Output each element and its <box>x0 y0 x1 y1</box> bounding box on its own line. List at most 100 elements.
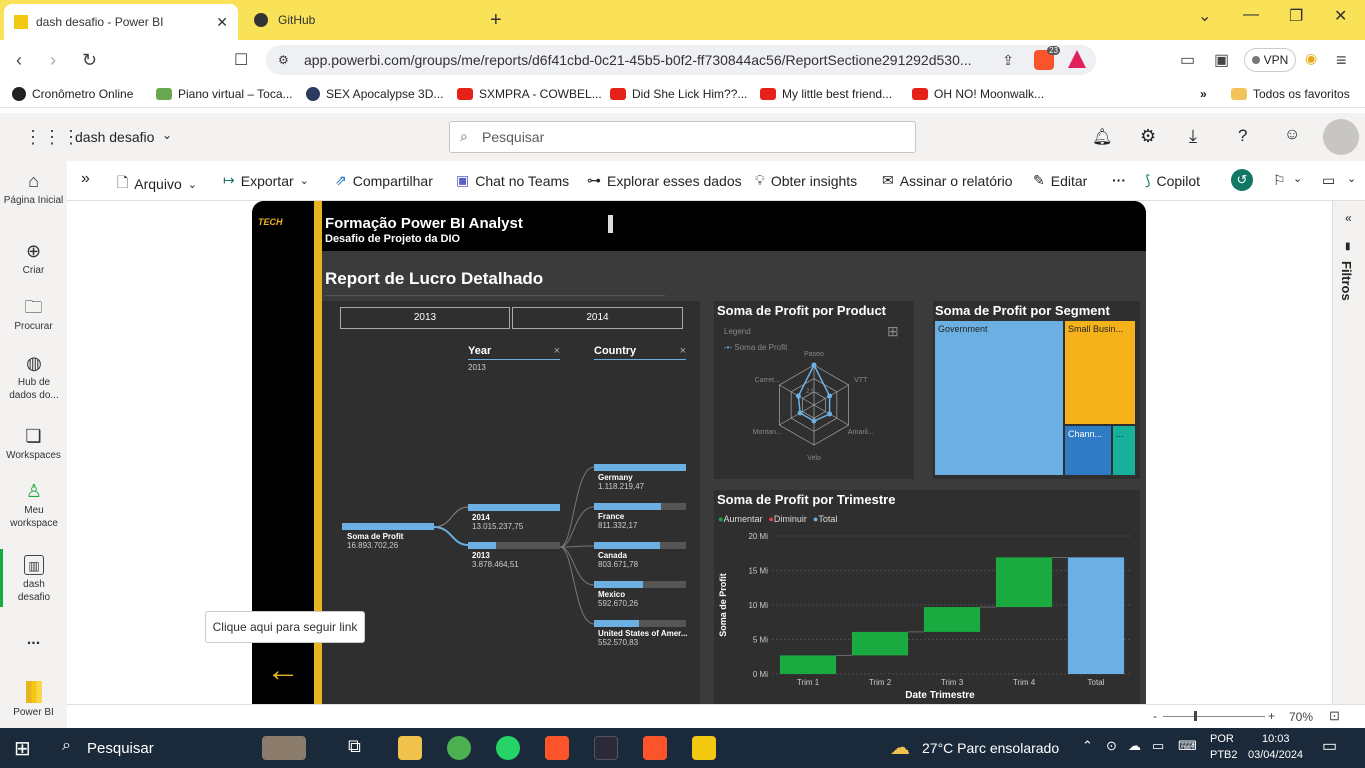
site-settings-icon[interactable]: ⚙ <box>278 53 289 67</box>
expand-pages-icon[interactable]: » <box>81 170 90 188</box>
task-view-icon[interactable]: ⧉ <box>348 736 361 757</box>
notification-center-icon[interactable]: ▭ <box>1322 736 1337 756</box>
decomp-country-bar-track[interactable] <box>594 542 686 549</box>
chevron-left-icon[interactable]: « <box>1345 211 1352 225</box>
keyboard-icon[interactable]: ⌨ <box>1178 738 1197 754</box>
compartilhar-button[interactable]: ⇗ Compartilhar <box>335 172 433 189</box>
share-icon[interactable]: ⇪ <box>1002 52 1014 69</box>
fit-page-icon[interactable]: ⊡ <box>1329 708 1340 724</box>
rail-item-my-workspace[interactable]: ♙ Meu workspace <box>6 481 62 530</box>
taskbar-search[interactable]: Pesquisar <box>87 740 154 757</box>
sidebar-icon[interactable]: ▭ <box>1180 50 1195 70</box>
treemap-cell-other[interactable]: ... <box>1113 426 1135 475</box>
bookmark-item[interactable]: My little best friend... <box>760 87 892 101</box>
bookmark-item[interactable]: SEX Apocalypse 3D... <box>306 87 443 101</box>
assinar-button[interactable]: ✉ Assinar o relatório <box>882 172 1013 189</box>
minimize-icon[interactable]: — <box>1243 6 1259 24</box>
tray-chevron-icon[interactable]: ⌃ <box>1082 738 1093 754</box>
insights-button[interactable]: 💡︎ Obter insights <box>755 172 857 189</box>
bookmarks-overflow-icon[interactable]: » <box>1200 87 1207 101</box>
rail-item-browse[interactable]: 🗀︎ Procurar <box>0 297 67 333</box>
tab-powerbi[interactable]: dash desafio - Power BI ✕ <box>4 4 238 40</box>
decomp-root-bar[interactable] <box>342 523 434 530</box>
download-icon[interactable]: ⤓ <box>1189 126 1197 147</box>
copilot-button[interactable]: ⟆ Copilot <box>1145 172 1200 189</box>
decomp-country-bar-track[interactable] <box>594 503 686 510</box>
notifications-icon[interactable]: 🔔︎ <box>1092 127 1112 147</box>
radar-point[interactable] <box>795 393 801 399</box>
lang-layout[interactable]: PTB2 <box>1210 749 1238 761</box>
decomp-year-bar-track[interactable] <box>468 504 560 511</box>
file-explorer-icon[interactable] <box>398 736 422 760</box>
back-arrow-icon[interactable]: ← <box>266 651 300 690</box>
display-icon[interactable]: ▭ <box>1152 738 1164 754</box>
rail-item-workspaces[interactable]: ❏ Workspaces <box>0 426 67 462</box>
workspace-title[interactable]: dash desafio <box>75 129 154 145</box>
all-favorites[interactable]: Todos os favoritos <box>1231 87 1350 101</box>
brave-rewards-icon[interactable] <box>1068 50 1086 68</box>
zoom-slider-thumb[interactable] <box>1194 711 1197 721</box>
new-tab-icon[interactable]: + <box>490 9 502 32</box>
reset-icon[interactable]: ↺ <box>1231 169 1253 191</box>
radar-point[interactable] <box>827 411 833 417</box>
bookmark-item[interactable]: OH NO! Moonwalk... <box>912 87 1044 101</box>
weather-text[interactable]: 27°C Parc ensolarado <box>922 740 1059 756</box>
rail-item-data-hub[interactable]: ◍ Hub de dados do... <box>4 353 64 402</box>
brave-icon[interactable] <box>545 736 569 760</box>
rail-item-home[interactable]: ⌂ Página Inicial <box>0 171 67 207</box>
bookmark-item[interactable]: Cronômetro Online <box>12 87 133 101</box>
windows-start-icon[interactable]: ⊞ <box>14 736 31 761</box>
waterfall-bar[interactable] <box>1067 557 1125 674</box>
forward-icon[interactable]: › <box>50 50 56 71</box>
whatsapp-icon[interactable] <box>496 736 520 760</box>
close-tab-icon[interactable]: ✕ <box>216 14 228 31</box>
treemap-cell-small-business[interactable]: Small Busin... <box>1065 321 1135 424</box>
clock-time[interactable]: 10:03 <box>1262 733 1290 745</box>
zoom-out-icon[interactable]: - <box>1153 709 1157 723</box>
waterfall-bar[interactable] <box>995 557 1053 608</box>
chevron-down-icon[interactable]: ⌄ <box>162 128 172 142</box>
treemap-cell-channel[interactable]: Chann... <box>1065 426 1111 475</box>
search-highlight-icon[interactable] <box>262 736 306 760</box>
maximize-icon[interactable]: ❐ <box>1289 6 1303 26</box>
utorrent-icon[interactable] <box>447 736 471 760</box>
search-input[interactable]: ⌕ Pesquisar <box>449 121 916 153</box>
back-icon[interactable]: ‹ <box>16 50 22 71</box>
feedback-icon[interactable]: ☺ <box>1284 126 1300 144</box>
bookmark-icon[interactable]: ⚐ <box>1273 172 1286 189</box>
tray-icon[interactable]: ⊙ <box>1106 738 1117 754</box>
decomp-year-bar-track[interactable] <box>468 542 560 549</box>
vpn-button[interactable]: VPN <box>1244 48 1296 72</box>
arquivo-menu[interactable]: 🗋︎ Arquivo ⌄ <box>117 172 197 196</box>
avatar[interactable] <box>1323 119 1359 155</box>
rail-item-create[interactable]: ⊕ Criar <box>0 241 67 277</box>
treemap-cell-government[interactable]: Government <box>935 321 1063 475</box>
brave-active-icon[interactable] <box>643 736 667 760</box>
help-icon[interactable]: ? <box>1238 126 1247 146</box>
tab-github[interactable]: GitHub <box>244 4 474 36</box>
app-launcher-icon[interactable]: ⋮⋮⋮ <box>24 127 81 148</box>
waterfall-bar[interactable] <box>851 631 909 656</box>
editar-button[interactable]: ✎ Editar <box>1033 172 1087 189</box>
chat-teams-button[interactable]: ▣ Chat no Teams <box>456 172 569 189</box>
reload-icon[interactable]: ↻ <box>82 50 97 71</box>
menu-icon[interactable]: ≡ <box>1336 50 1347 71</box>
lang-code[interactable]: POR <box>1210 733 1234 745</box>
decomp-country-bar-track[interactable] <box>594 464 686 471</box>
waterfall-bar[interactable] <box>923 607 981 632</box>
close-window-icon[interactable]: ✕ <box>1334 6 1347 26</box>
chevron-down-icon[interactable]: ⌄ <box>1347 172 1356 185</box>
bookmark-item[interactable]: Piano virtual – Toca... <box>156 87 293 101</box>
wallet-icon[interactable]: ▣ <box>1214 50 1229 70</box>
tab-search-icon[interactable]: ⌄ <box>1198 6 1211 26</box>
decomp-country-bar-track[interactable] <box>594 620 686 627</box>
powerbi-taskbar-icon[interactable] <box>692 736 716 760</box>
zoom-in-icon[interactable]: + <box>1268 709 1275 723</box>
exportar-menu[interactable]: ↦ Exportar ⌄ <box>223 172 309 189</box>
leo-icon[interactable]: ◉ <box>1305 50 1317 67</box>
more-options-icon[interactable]: ··· <box>1112 172 1126 188</box>
app-icon[interactable] <box>594 736 618 760</box>
rail-item-dash-desafio[interactable]: ▥ dash desafio <box>12 555 56 604</box>
settings-icon[interactable]: ⚙ <box>1140 126 1156 147</box>
view-icon[interactable]: ▭ <box>1322 172 1335 189</box>
